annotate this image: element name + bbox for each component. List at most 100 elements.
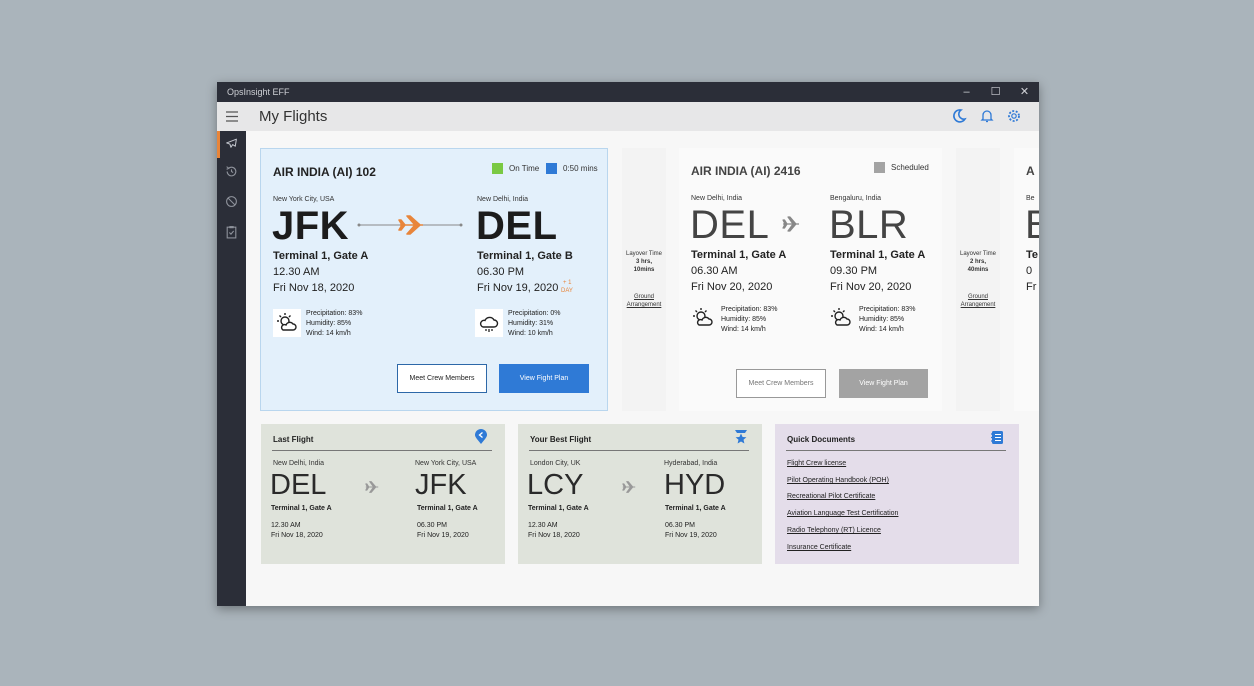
origin-time: 12.30 AM Fri Nov 18, 2020 xyxy=(528,521,580,541)
document-link[interactable]: Radio Telephony (RT) Licence xyxy=(787,527,881,534)
maximize-button[interactable]: ☐ xyxy=(981,82,1010,102)
precipitation-text: Precipitation: 83% xyxy=(859,306,916,313)
sidebar-item-history[interactable] xyxy=(217,158,246,186)
destination-city: New Delhi, India xyxy=(477,196,528,203)
layover-label: Layover Time xyxy=(625,251,662,257)
origin-terminal: Terminal 1, Gate A xyxy=(273,250,369,262)
close-button[interactable]: ✕ xyxy=(1010,82,1039,102)
app-header: My Flights xyxy=(217,102,1039,131)
status-on-time: On Time xyxy=(492,163,539,174)
notifications-button[interactable] xyxy=(979,108,995,124)
moon-icon xyxy=(953,109,967,123)
location-pin-icon xyxy=(475,429,487,444)
origin-terminal: Terminal 1, Gate A xyxy=(691,249,787,261)
destination-code: JFK xyxy=(415,469,467,501)
ground-arrangement-link[interactable]: Ground Arrangement xyxy=(956,293,1000,309)
destination-terminal: Terminal 1, Gate A xyxy=(417,505,478,512)
meet-crew-button[interactable]: Meet Crew Members xyxy=(736,369,826,398)
wind-text: Wind: 14 km/h xyxy=(721,326,766,333)
time-text: 06.30 PM xyxy=(665,522,695,529)
document-link[interactable]: Insurance Certificate xyxy=(787,544,851,551)
origin-city: New Delhi, India xyxy=(273,460,324,467)
origin-terminal: Te xyxy=(1026,249,1039,261)
divider xyxy=(786,450,1006,451)
origin-code: B xyxy=(1025,203,1039,247)
layover-strip: Layover Time 2 hrs, 40mins Ground Arrang… xyxy=(956,148,1000,411)
origin-city: London City, UK xyxy=(530,460,581,467)
flight-card-partial[interactable]: A Be B Te 0 Fr xyxy=(1014,148,1039,411)
best-flight-card[interactable]: Your Best Flight London City, UK LCY Ter… xyxy=(518,424,762,564)
document-link[interactable]: Aviation Language Test Certification xyxy=(787,510,898,517)
sidebar-item-checklist[interactable] xyxy=(217,218,246,246)
status-label: Scheduled xyxy=(891,163,929,172)
origin-date: Fr xyxy=(1026,281,1037,293)
destination-date: Fri Nov 19, 2020 xyxy=(477,282,559,294)
delay-swatch xyxy=(546,163,557,174)
destination-code: BLR xyxy=(829,203,909,247)
document-list-icon[interactable] xyxy=(990,430,1004,445)
flight-card-next[interactable]: AIR INDIA (AI) 2416 Scheduled New Delhi,… xyxy=(679,148,942,411)
flight-card-current[interactable]: AIR INDIA (AI) 102 On Time 0:50 mins New… xyxy=(260,148,608,411)
meet-crew-button[interactable]: Meet Crew Members xyxy=(397,364,487,393)
settings-button[interactable] xyxy=(1006,108,1022,124)
status-delay: 0:50 mins xyxy=(546,163,598,174)
sidebar-item-flights[interactable] xyxy=(217,130,246,158)
precipitation-text: Precipitation: 83% xyxy=(721,306,778,313)
layover-label: Layover Time xyxy=(959,251,996,257)
status-swatch xyxy=(874,162,885,173)
destination-terminal: Terminal 1, Gate A xyxy=(665,505,726,512)
view-flight-plan-button[interactable]: View Fight Plan xyxy=(839,369,928,398)
ground-arrangement-link[interactable]: Ground Arrangement xyxy=(622,293,666,309)
origin-weather: Precipitation: 83% Humidity: 85% Wind: 1… xyxy=(306,309,362,339)
last-flight-card[interactable]: Last Flight New Delhi, India DEL Termina… xyxy=(261,424,505,564)
origin-city: Be xyxy=(1026,195,1035,202)
wind-text: Wind: 10 km/h xyxy=(508,330,553,337)
blocked-icon xyxy=(226,196,237,207)
layover-time: Layover Time 3 hrs, 10mins xyxy=(622,250,666,274)
layover-strip: Layover Time 3 hrs, 10mins Ground Arrang… xyxy=(622,148,666,411)
humidity-text: Humidity: 85% xyxy=(721,316,767,323)
plus-day-badge: + 1 xyxy=(563,280,572,286)
flights-icon xyxy=(226,138,237,148)
document-link[interactable]: Flight Crew license xyxy=(787,460,846,467)
sun-cloud-icon xyxy=(831,308,851,326)
humidity-text: Humidity: 85% xyxy=(859,316,905,323)
date-text: Fri Nov 19, 2020 xyxy=(417,532,469,539)
rain-cloud-icon xyxy=(479,316,499,332)
time-text: 12.30 AM xyxy=(271,522,301,529)
destination-time: 06.30 PM Fri Nov 19, 2020 xyxy=(417,521,469,541)
origin-code: DEL xyxy=(270,469,327,501)
origin-time: 12.30 AM xyxy=(273,266,320,278)
checklist-icon xyxy=(226,226,237,239)
origin-weather-icon-box xyxy=(689,304,717,332)
humidity-text: Humidity: 85% xyxy=(306,320,352,327)
destination-weather: Precipitation: 83% Humidity: 85% Wind: 1… xyxy=(859,305,915,335)
minimize-button[interactable]: – xyxy=(952,82,981,102)
dark-mode-button[interactable] xyxy=(951,108,967,124)
document-link[interactable]: Pilot Operating Handbook (POH) xyxy=(787,477,889,484)
document-link[interactable]: Recreational Pilot Certificate xyxy=(787,493,875,500)
last-flight-heading: Last Flight xyxy=(273,435,314,444)
sidebar-item-blocked[interactable] xyxy=(217,188,246,216)
origin-city: New Delhi, India xyxy=(691,195,742,202)
plus-day-unit: DAY xyxy=(561,288,573,294)
view-flight-plan-button[interactable]: View Fight Plan xyxy=(499,364,589,393)
precipitation-text: Precipitation: 83% xyxy=(306,310,363,317)
flight-title: AIR INDIA (AI) 102 xyxy=(273,165,376,179)
wind-text: Wind: 14 km/h xyxy=(859,326,904,333)
layover-hours: 3 hrs, xyxy=(635,259,652,265)
hamburger-button[interactable] xyxy=(217,102,246,131)
origin-code: DEL xyxy=(690,203,770,247)
flight-title: A xyxy=(1026,164,1035,178)
plane-icon xyxy=(622,481,636,493)
destination-city: New York City, USA xyxy=(415,460,477,467)
origin-date: Fri Nov 18, 2020 xyxy=(273,282,355,294)
bell-icon xyxy=(980,110,994,123)
time-text: 06.30 PM xyxy=(417,522,447,529)
origin-terminal: Terminal 1, Gate A xyxy=(271,505,332,512)
app-window: OpsInsight EFF – ☐ ✕ My Flights AIR INDI… xyxy=(217,82,1039,606)
window-title: OpsInsight EFF xyxy=(227,87,290,97)
destination-weather-icon-box xyxy=(475,309,503,337)
page-title: My Flights xyxy=(259,108,328,125)
origin-code: LCY xyxy=(527,469,584,501)
